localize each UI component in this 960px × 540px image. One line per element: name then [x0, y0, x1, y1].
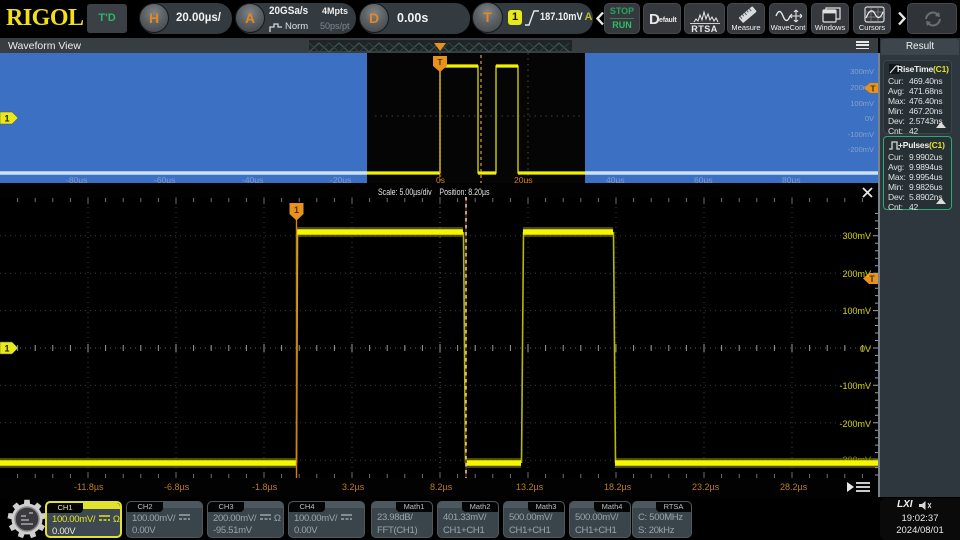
svg-text:T: T [438, 58, 443, 67]
svg-text:1: 1 [4, 114, 9, 124]
svg-text:1: 1 [4, 344, 9, 354]
svg-text:T: T [870, 84, 876, 94]
svg-text:1: 1 [294, 205, 299, 215]
